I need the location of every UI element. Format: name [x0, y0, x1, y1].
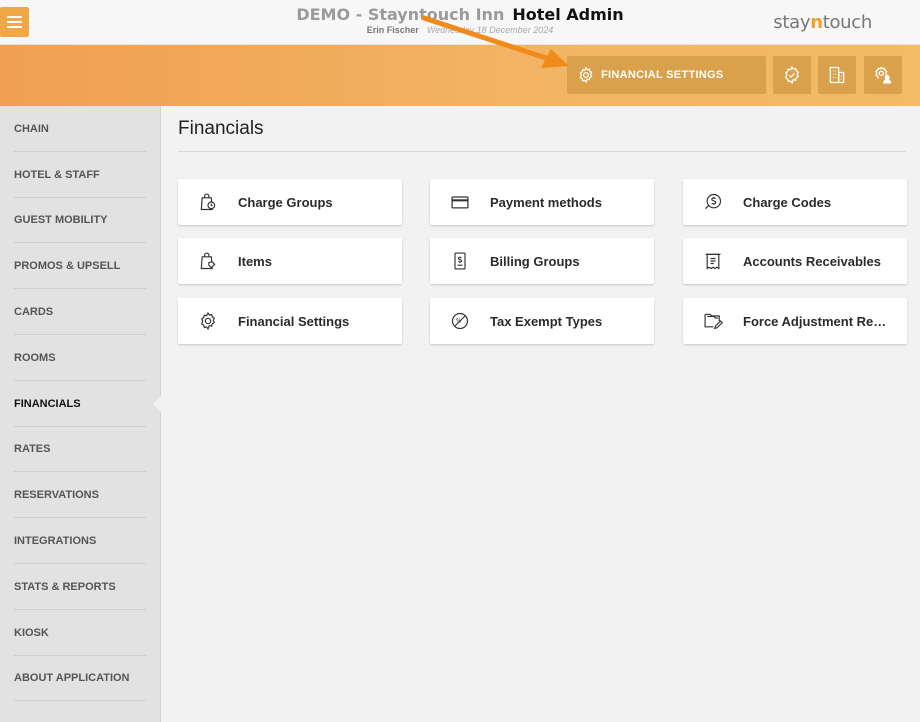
title-divider — [178, 151, 906, 152]
sidebar-item-label: FINANCIALS — [14, 397, 81, 410]
tax-exempt-icon: % — [449, 310, 471, 332]
sidebar-item-hotel-staff[interactable]: HOTEL & STAFF — [0, 152, 160, 198]
sidebar-item-label: HOTEL & STAFF — [14, 168, 100, 181]
sidebar-item-reservations[interactable]: RESERVATIONS — [0, 472, 160, 518]
shopping-bag-tag-icon — [197, 250, 219, 272]
card-label: Tax Exempt Types — [490, 313, 603, 329]
sidebar-item-financials[interactable]: FINANCIALS — [0, 381, 161, 427]
shopping-bag-clock-icon — [197, 191, 219, 213]
sidebar-item-label: KIOSK — [14, 626, 49, 639]
sidebar-item-label: ROOMS — [14, 351, 56, 364]
app-name: Hotel Admin — [512, 5, 624, 24]
card-label: Charge Codes — [743, 194, 832, 210]
card-items[interactable]: Items — [178, 238, 402, 284]
credit-card-icon — [449, 191, 471, 213]
user-settings-icon — [875, 66, 892, 84]
sidebar-item-label: CHAIN — [14, 122, 49, 135]
svg-text:%: % — [456, 319, 462, 325]
card-label: Billing Groups — [490, 253, 580, 269]
card-charge-codes[interactable]: Charge Codes — [683, 179, 907, 225]
sidebar-item-label: RESERVATIONS — [14, 489, 99, 502]
card-financial-settings[interactable]: Financial Settings — [178, 298, 402, 344]
logo-text-accent: n — [810, 12, 823, 33]
hotel-settings-button[interactable] — [773, 56, 811, 94]
sidebar-item-stats-reports[interactable]: STATS & REPORTS — [0, 564, 160, 610]
folder-pencil-icon — [702, 310, 724, 332]
financial-settings-button[interactable]: FINANCIAL SETTINGS — [567, 56, 766, 94]
card-label: Payment methods — [490, 194, 602, 210]
gear-badge-icon — [784, 65, 800, 85]
card-label: Force Adjustment Reasons — [743, 313, 893, 329]
sidebar-item-label: RATES — [14, 443, 51, 456]
main-content: Financials Charge Groups Payment methods… — [162, 106, 920, 722]
sidebar-item-cards[interactable]: CARDS — [0, 289, 160, 335]
sidebar-item-label: STATS & REPORTS — [14, 580, 116, 593]
sidebar-item-kiosk[interactable]: KIOSK — [0, 610, 160, 656]
building-button[interactable] — [818, 56, 856, 94]
hotel-name: DEMO - Stayntouch Inn — [296, 5, 505, 24]
receipt-icon — [702, 250, 724, 272]
sidebar-item-label: ABOUT APPLICATION — [14, 672, 130, 685]
sidebar-item-guest-mobility[interactable]: GUEST MOBILITY — [0, 198, 160, 244]
top-header: DEMO - Stayntouch Inn Hotel Admin Erin Fi… — [0, 0, 920, 45]
card-payment-methods[interactable]: Payment methods — [430, 179, 654, 225]
card-label: Financial Settings — [238, 313, 350, 329]
financial-settings-label: FINANCIAL SETTINGS — [601, 69, 724, 81]
card-billing-groups[interactable]: Billing Groups — [430, 238, 654, 284]
sidebar: CHAIN HOTEL & STAFF GUEST MOBILITY PROMO… — [0, 106, 161, 722]
page-title: Financials — [178, 118, 264, 139]
user-settings-button[interactable] — [864, 56, 902, 94]
dollar-document-icon — [449, 250, 471, 272]
logo-text-prefix: stay — [773, 12, 811, 33]
stayntouch-logo: stayntouch — [773, 12, 872, 33]
sidebar-item-promos-upsell[interactable]: PROMOS & UPSELL — [0, 243, 160, 289]
action-bar: FINANCIAL SETTINGS — [0, 45, 920, 106]
card-accounts-receivables[interactable]: Accounts Receivables — [683, 238, 907, 284]
dollar-coin-icon — [702, 191, 724, 213]
gear-icon — [197, 310, 219, 332]
sidebar-item-label: PROMOS & UPSELL — [14, 260, 121, 273]
card-tax-exempt-types[interactable]: % Tax Exempt Types — [430, 298, 654, 344]
building-icon — [829, 66, 845, 84]
sidebar-item-label: GUEST MOBILITY — [14, 214, 108, 227]
card-label: Items — [238, 253, 272, 269]
sidebar-item-rooms[interactable]: ROOMS — [0, 335, 160, 381]
sidebar-item-about-application[interactable]: ABOUT APPLICATION — [0, 656, 160, 702]
business-date: Wednesday 18 December 2024 — [426, 25, 554, 35]
sidebar-item-integrations[interactable]: INTEGRATIONS — [0, 518, 160, 564]
card-label: Accounts Receivables — [743, 253, 882, 269]
logo-text-suffix: touch — [822, 12, 873, 33]
card-force-adjustment-reasons[interactable]: Force Adjustment Reasons — [683, 298, 907, 344]
user-name: Erin Fischer — [366, 25, 419, 35]
sidebar-item-rates[interactable]: RATES — [0, 427, 160, 473]
card-charge-groups[interactable]: Charge Groups — [178, 179, 402, 225]
sidebar-item-label: CARDS — [14, 306, 54, 319]
card-label: Charge Groups — [238, 194, 333, 210]
sidebar-item-label: INTEGRATIONS — [14, 535, 97, 548]
gear-icon — [579, 66, 593, 84]
sidebar-item-chain[interactable]: CHAIN — [0, 106, 160, 152]
